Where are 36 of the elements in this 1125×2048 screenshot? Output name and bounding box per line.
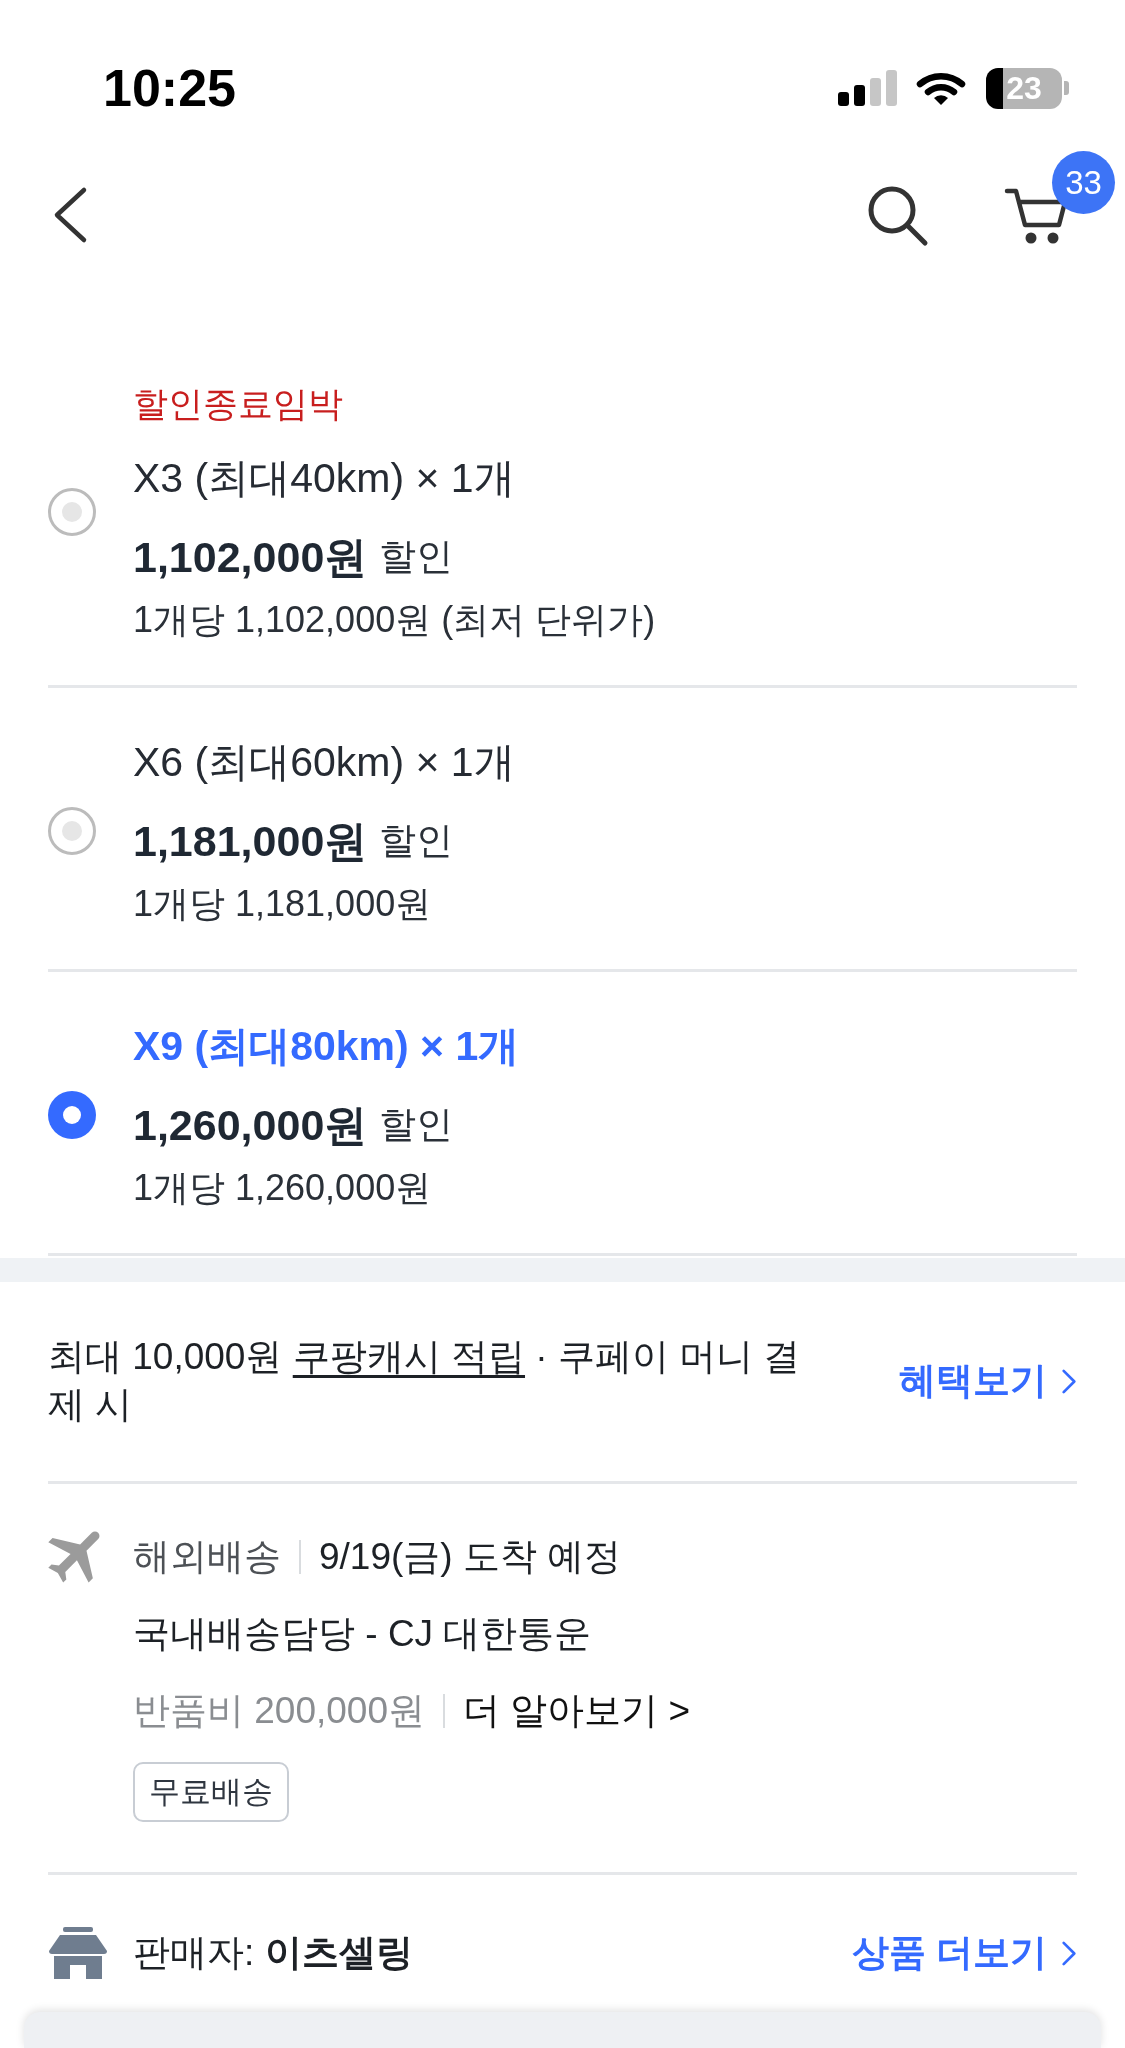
arrival-date: 9/19(금) 도착 예정 xyxy=(319,1535,622,1579)
carrier-text: 국내배송담당 - CJ 대한통운 xyxy=(133,1612,592,1656)
unit-price: 1개당 1,102,000원 (최저 단위가) xyxy=(133,598,656,642)
benefits-button[interactable]: 혜택보기 xyxy=(899,1355,1077,1407)
option-label: X3 (최대40km) × 1개 xyxy=(133,454,515,503)
battery-indicator: 23 xyxy=(986,67,1069,109)
radio-button[interactable] xyxy=(48,1090,96,1139)
discount-label: 할인 xyxy=(379,535,454,579)
unit-price: 1개당 1,260,000원 xyxy=(133,1166,432,1210)
unit-price: 1개당 1,181,000원 xyxy=(133,882,432,926)
discount-label: 할인 xyxy=(379,819,454,863)
benefit-text: 최대 10,000원 쿠팡캐시 적립 · 쿠페이 머니 결제 시 xyxy=(48,1335,802,1427)
shipping-type: 해외배송 xyxy=(133,1535,281,1579)
option-label: X9 (최대80km) × 1개 xyxy=(133,1022,520,1071)
return-fee: 반품비 200,000원 xyxy=(133,1689,426,1733)
price: 1,181,000원 xyxy=(133,816,368,867)
store-icon xyxy=(48,1927,108,1979)
cashback-link[interactable]: 쿠팡캐시 적립 xyxy=(292,1336,525,1377)
cart-badge: 33 xyxy=(1052,151,1115,214)
more-products-button[interactable]: 상품 더보기 xyxy=(851,1927,1077,1979)
status-time: 10:25 xyxy=(103,60,236,116)
radio-button[interactable] xyxy=(48,488,96,536)
signal-icon xyxy=(838,70,897,106)
option-label: X6 (최대60km) × 1개 xyxy=(133,738,515,787)
price: 1,102,000원 xyxy=(133,532,368,583)
radio-button[interactable] xyxy=(48,806,96,855)
chevron-right-icon xyxy=(1061,1367,1077,1395)
wifi-icon xyxy=(916,70,966,106)
chevron-right-icon xyxy=(1061,1939,1077,1967)
seller-name: 판매자: 이츠셀링 xyxy=(133,1931,413,1975)
learn-more-link[interactable]: 더 알아보기 > xyxy=(463,1683,691,1739)
free-shipping-tag: 무료배송 xyxy=(133,1762,289,1822)
discount-label: 할인 xyxy=(379,1103,454,1147)
urgency-label: 할인종료임박 xyxy=(133,383,343,425)
price: 1,260,000원 xyxy=(133,1100,368,1151)
back-icon[interactable] xyxy=(52,186,88,244)
